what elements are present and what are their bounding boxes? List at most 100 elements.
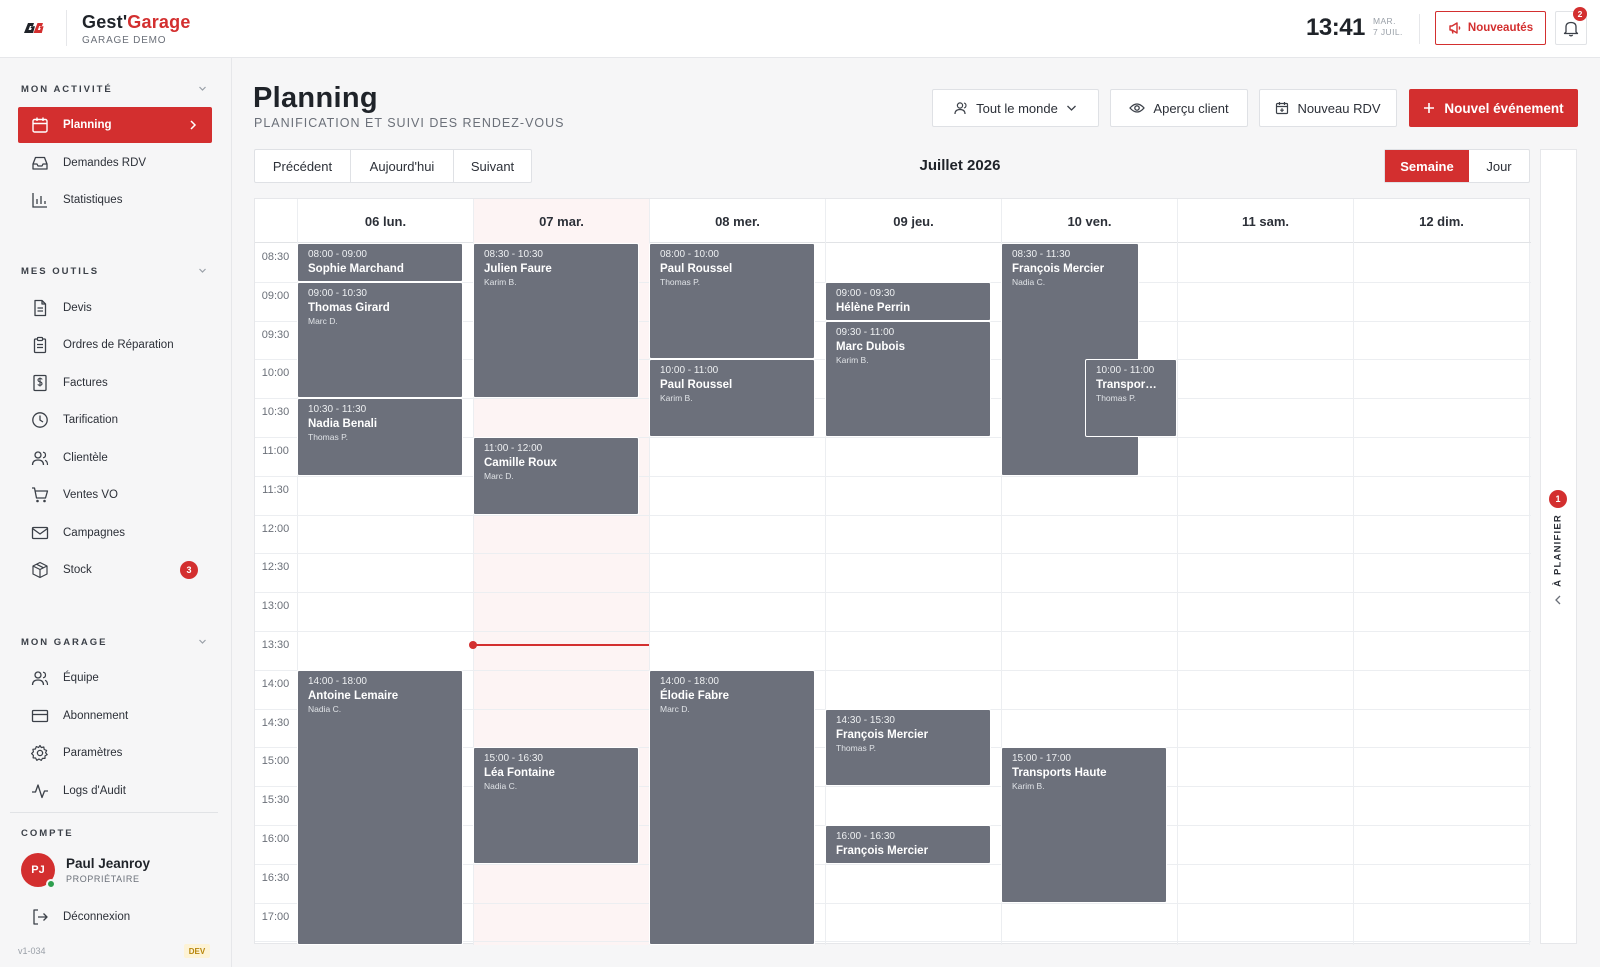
grid-row-line (255, 475, 1531, 477)
day-header[interactable]: 11 sam. (1177, 199, 1353, 243)
sidebar-item-label: Planning (63, 119, 112, 131)
week-view-button[interactable]: Semaine (1385, 150, 1469, 182)
day-header[interactable]: 06 lun. (297, 199, 473, 243)
invoice-icon (30, 373, 50, 393)
chevron-down-icon[interactable] (198, 637, 207, 646)
appointment-client: Transports Haute (1012, 767, 1107, 780)
time-label: 13:30 (261, 639, 290, 651)
sidebar-item-statistiques[interactable]: Statistiques (18, 182, 212, 218)
appointment-client: François Mercier (836, 845, 929, 857)
day-header[interactable]: 07 mar. (473, 199, 649, 243)
appointment-block[interactable]: 09:00 - 10:30 Thomas Girard Marc D. (297, 281, 463, 399)
appointment-time: 08:00 - 09:00 (308, 249, 367, 260)
day-header[interactable]: 09 jeu. (825, 199, 1001, 243)
sidebar-item-label: Demandes RDV (63, 157, 147, 169)
sidebar-item-label: Paramètres (63, 747, 123, 759)
logout-button[interactable]: Déconnexion (18, 899, 212, 935)
sidebar-item-ventes-vo[interactable]: Ventes VO (18, 477, 212, 513)
appointment-time: 10:00 - 11:00 (660, 365, 719, 377)
sidebar-divider (10, 812, 218, 813)
new-rdv-button[interactable]: Nouveau RDV (1259, 89, 1397, 127)
sidebar-item-campagnes[interactable]: Campagnes (18, 515, 212, 551)
day-header[interactable]: 08 mer. (649, 199, 825, 243)
chevron-down-icon[interactable] (198, 84, 207, 93)
today-button[interactable]: Aujourd'hui (351, 150, 454, 182)
appointment-block[interactable]: 14:00 - 18:00 Antoine Lemaire Nadia C. (297, 669, 463, 945)
appointment-client: François Mercier (1012, 263, 1105, 275)
section-title-mon-garage: MON GARAGE (21, 637, 108, 648)
client-preview-button[interactable]: Aperçu client (1110, 89, 1248, 127)
sidebar-item-label: Abonnement (63, 710, 129, 722)
appointment-block[interactable]: 11:00 - 12:00 Camille Roux Marc D. (473, 437, 639, 515)
section-title-compte: COMPTE (21, 828, 74, 839)
next-button[interactable]: Suivant (454, 150, 531, 182)
appointment-mechanic: Marc D. (308, 315, 338, 326)
appointment-time: 08:30 - 10:30 (484, 249, 543, 260)
online-status-dot (46, 879, 56, 889)
new-rdv-label: Nouveau RDV (1297, 100, 1381, 116)
sidebar-item-planning[interactable]: Planning (18, 107, 212, 143)
day-view-button[interactable]: Jour (1469, 150, 1529, 182)
sidebar-item-ordres-reparation[interactable]: Ordres de Réparation (18, 327, 212, 363)
sidebar-item-clientele[interactable]: Clientèle (18, 440, 212, 476)
sidebar-item-label: Ventes VO (63, 489, 118, 501)
appointment-mechanic: Karim B. (836, 354, 869, 365)
appointment-block[interactable]: 15:00 - 17:00 Transports Haute Karim B. (1001, 747, 1167, 903)
time-label: 14:30 (261, 716, 290, 729)
logo-icon[interactable] (22, 20, 44, 36)
day-header[interactable]: 12 dim. (1353, 199, 1529, 243)
team-icon (30, 668, 50, 688)
appointment-time: 10:00 - 11:00 (1096, 365, 1155, 377)
user-name: Paul Jeanroy (66, 856, 151, 871)
sidebar-item-parametres[interactable]: Paramètres (18, 735, 212, 771)
appointment-block[interactable]: 09:00 - 09:30 Hélène Perrin (825, 281, 991, 321)
appointment-block[interactable]: 10:00 - 11:00 Transpor… Thomas P. (1085, 359, 1177, 437)
appointment-client: Transpor… (1096, 379, 1157, 392)
appointment-mechanic: Nadia C. (484, 781, 518, 792)
appointment-block[interactable]: 10:30 - 11:30 Nadia Benali Thomas P. (297, 398, 463, 476)
sidebar-item-stock[interactable]: Stock 3 (18, 552, 212, 588)
chevron-left-icon[interactable] (1553, 594, 1563, 606)
sidebar-item-tarification[interactable]: Tarification (18, 402, 212, 438)
sidebar-item-abonnement[interactable]: Abonnement (18, 698, 212, 734)
appointment-block[interactable]: 15:00 - 16:30 Léa Fontaine Nadia C. (473, 747, 639, 864)
sidebar-item-label: Tarification (63, 414, 118, 426)
time-label: 10:30 (261, 406, 290, 419)
staff-filter-dropdown[interactable]: Tout le monde (932, 89, 1099, 127)
appointment-block[interactable]: 14:30 - 15:30 François Mercier Thomas P. (825, 708, 991, 787)
new-event-button[interactable]: Nouvel événement (1409, 89, 1578, 127)
appointment-time: 10:30 - 11:30 (308, 404, 367, 416)
news-button[interactable]: Nouveautés (1435, 11, 1546, 45)
sidebar-item-factures[interactable]: Factures (18, 365, 212, 401)
chevron-down-icon[interactable] (198, 266, 207, 275)
grid-row-line (255, 592, 1531, 594)
appointment-block[interactable]: 08:30 - 10:30 Julien Faure Karim B. (473, 243, 639, 399)
appointment-time: 15:00 - 16:30 (484, 753, 543, 765)
month-label: Juillet 2026 (919, 157, 1001, 174)
sidebar-item-equipe[interactable]: Équipe (18, 660, 212, 696)
time-label: 08:30 (261, 251, 290, 263)
sidebar-item-logs-audit[interactable]: Logs d'Audit (18, 773, 212, 809)
bar-chart-icon (30, 190, 50, 210)
calendar-nav-group: Précédent Aujourd'hui Suivant (254, 149, 532, 183)
previous-button[interactable]: Précédent (255, 150, 351, 182)
clock-date: MAR. 7 JUIL. (1373, 16, 1403, 37)
top-bar: Gest'Garage GARAGE DEMO 13:41 MAR. 7 JUIL… (0, 0, 1600, 58)
client-preview-label: Aperçu client (1153, 100, 1229, 116)
time-label: 14:00 (261, 677, 290, 690)
eye-icon (1129, 103, 1146, 113)
brand-title[interactable]: Gest'Garage (82, 12, 191, 33)
appointment-block[interactable]: 08:00 - 09:00 Sophie Marchand (297, 243, 463, 282)
appointment-mechanic: Thomas P. (1096, 393, 1137, 404)
appointment-block[interactable]: 16:00 - 16:30 François Mercier (825, 825, 991, 864)
sidebar-item-devis[interactable]: Devis (18, 290, 212, 326)
appointment-client: Hélène Perrin (836, 301, 911, 314)
new-event-label: Nouvel événement (1444, 100, 1564, 116)
sidebar-item-demandes-rdv[interactable]: Demandes RDV (18, 145, 212, 181)
appointment-block[interactable]: 09:30 - 11:00 Marc Dubois Karim B. (825, 320, 991, 437)
appointment-block[interactable]: 10:00 - 11:00 Paul Roussel Karim B. (649, 359, 815, 437)
appointment-block[interactable]: 14:00 - 18:00 Élodie Fabre Marc D. (649, 669, 815, 945)
appointment-block[interactable]: 08:00 - 10:00 Paul Roussel Thomas P. (649, 243, 815, 360)
sidebar-item-label: Équipe (63, 672, 99, 684)
day-header[interactable]: 10 ven. (1001, 199, 1177, 243)
